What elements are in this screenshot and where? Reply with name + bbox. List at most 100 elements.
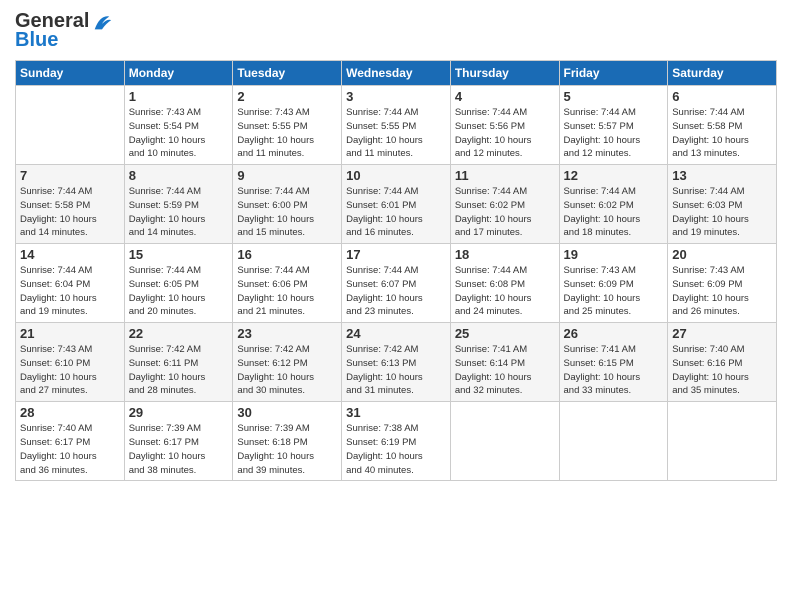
calendar-cell: 31Sunrise: 7:38 AM Sunset: 6:19 PM Dayli… (342, 402, 451, 481)
calendar-week-row: 21 Sunrise: 7:43 AM Sunset: 6:10 PM Dayli… (16, 323, 777, 402)
calendar-cell: 9 Sunrise: 7:44 AM Sunset: 6:00 PM Daylig… (233, 165, 342, 244)
day-info: Sunrise: 7:44 AM Sunset: 6:05 PM Dayligh… (129, 264, 229, 319)
weekday-header: Sunday (16, 61, 125, 86)
day-info: Sunrise: 7:44 AM Sunset: 6:00 PM Dayligh… (237, 185, 337, 240)
day-info: Sunrise: 7:44 AM Sunset: 5:58 PM Dayligh… (20, 185, 120, 240)
day-number: 23 (237, 326, 337, 341)
calendar-cell: 11Sunrise: 7:44 AM Sunset: 6:02 PM Dayli… (450, 165, 559, 244)
day-number: 24 (346, 326, 446, 341)
day-info: Sunrise: 7:44 AM Sunset: 6:06 PM Dayligh… (237, 264, 337, 319)
calendar-cell: 20Sunrise: 7:43 AM Sunset: 6:09 PM Dayli… (668, 244, 777, 323)
calendar-cell: 23 Sunrise: 7:42 AM Sunset: 6:12 PM Dayli… (233, 323, 342, 402)
calendar-cell: 17 Sunrise: 7:44 AM Sunset: 6:07 PM Dayli… (342, 244, 451, 323)
day-info: Sunrise: 7:44 AM Sunset: 6:03 PM Dayligh… (672, 185, 772, 240)
day-info: Sunrise: 7:44 AM Sunset: 6:01 PM Dayligh… (346, 185, 446, 240)
day-info: Sunrise: 7:40 AM Sunset: 6:16 PM Dayligh… (672, 343, 772, 398)
day-info: Sunrise: 7:44 AM Sunset: 5:59 PM Dayligh… (129, 185, 229, 240)
day-number: 8 (129, 168, 229, 183)
calendar-cell: 24 Sunrise: 7:42 AM Sunset: 6:13 PM Dayli… (342, 323, 451, 402)
weekday-header-row: SundayMondayTuesdayWednesdayThursdayFrid… (16, 61, 777, 86)
day-number: 17 (346, 247, 446, 262)
day-number: 27 (672, 326, 772, 341)
calendar-cell: 25 Sunrise: 7:41 AM Sunset: 6:14 PM Dayli… (450, 323, 559, 402)
day-info: Sunrise: 7:43 AM Sunset: 6:09 PM Dayligh… (672, 264, 772, 319)
calendar-cell: 14Sunrise: 7:44 AM Sunset: 6:04 PM Dayli… (16, 244, 125, 323)
calendar-cell (16, 86, 125, 165)
calendar-cell: 13 Sunrise: 7:44 AM Sunset: 6:03 PM Dayli… (668, 165, 777, 244)
calendar-cell: 7 Sunrise: 7:44 AM Sunset: 5:58 PM Daylig… (16, 165, 125, 244)
day-info: Sunrise: 7:44 AM Sunset: 6:07 PM Dayligh… (346, 264, 446, 319)
day-number: 30 (237, 405, 337, 420)
weekday-header: Saturday (668, 61, 777, 86)
calendar-cell (668, 402, 777, 481)
header: General Blue (15, 10, 777, 52)
day-number: 29 (129, 405, 229, 420)
day-number: 7 (20, 168, 120, 183)
weekday-header: Monday (124, 61, 233, 86)
calendar-table: SundayMondayTuesdayWednesdayThursdayFrid… (15, 60, 777, 481)
calendar-cell: 27 Sunrise: 7:40 AM Sunset: 6:16 PM Dayli… (668, 323, 777, 402)
day-number: 28 (20, 405, 120, 420)
calendar-cell (559, 402, 668, 481)
day-number: 22 (129, 326, 229, 341)
calendar-cell: 16 Sunrise: 7:44 AM Sunset: 6:06 PM Dayli… (233, 244, 342, 323)
weekday-header: Thursday (450, 61, 559, 86)
day-number: 3 (346, 89, 446, 104)
day-number: 9 (237, 168, 337, 183)
day-number: 16 (237, 247, 337, 262)
calendar-cell: 19 Sunrise: 7:43 AM Sunset: 6:09 PM Dayli… (559, 244, 668, 323)
weekday-header: Tuesday (233, 61, 342, 86)
day-number: 14 (20, 247, 120, 262)
calendar-cell (450, 402, 559, 481)
day-info: Sunrise: 7:44 AM Sunset: 6:02 PM Dayligh… (564, 185, 664, 240)
day-number: 5 (564, 89, 664, 104)
day-number: 21 (20, 326, 120, 341)
day-info: Sunrise: 7:44 AM Sunset: 6:08 PM Dayligh… (455, 264, 555, 319)
day-info: Sunrise: 7:43 AM Sunset: 6:10 PM Dayligh… (20, 343, 120, 398)
weekday-header: Friday (559, 61, 668, 86)
calendar-cell: 21 Sunrise: 7:43 AM Sunset: 6:10 PM Dayli… (16, 323, 125, 402)
day-number: 26 (564, 326, 664, 341)
day-info: Sunrise: 7:43 AM Sunset: 5:54 PM Dayligh… (129, 106, 229, 161)
day-number: 19 (564, 247, 664, 262)
calendar-cell: 28 Sunrise: 7:40 AM Sunset: 6:17 PM Dayli… (16, 402, 125, 481)
day-info: Sunrise: 7:44 AM Sunset: 6:02 PM Dayligh… (455, 185, 555, 240)
calendar-week-row: 7 Sunrise: 7:44 AM Sunset: 5:58 PM Daylig… (16, 165, 777, 244)
day-number: 4 (455, 89, 555, 104)
day-info: Sunrise: 7:44 AM Sunset: 5:57 PM Dayligh… (564, 106, 664, 161)
day-info: Sunrise: 7:41 AM Sunset: 6:14 PM Dayligh… (455, 343, 555, 398)
calendar-cell: 18 Sunrise: 7:44 AM Sunset: 6:08 PM Dayli… (450, 244, 559, 323)
day-info: Sunrise: 7:40 AM Sunset: 6:17 PM Dayligh… (20, 422, 120, 477)
calendar-cell: 15 Sunrise: 7:44 AM Sunset: 6:05 PM Dayli… (124, 244, 233, 323)
calendar-cell: 30 Sunrise: 7:39 AM Sunset: 6:18 PM Dayli… (233, 402, 342, 481)
calendar-cell: 2Sunrise: 7:43 AM Sunset: 5:55 PM Daylig… (233, 86, 342, 165)
day-info: Sunrise: 7:44 AM Sunset: 5:58 PM Dayligh… (672, 106, 772, 161)
calendar-week-row: 28 Sunrise: 7:40 AM Sunset: 6:17 PM Dayli… (16, 402, 777, 481)
calendar-cell: 29 Sunrise: 7:39 AM Sunset: 6:17 PM Dayli… (124, 402, 233, 481)
day-number: 10 (346, 168, 446, 183)
weekday-header: Wednesday (342, 61, 451, 86)
day-info: Sunrise: 7:43 AM Sunset: 6:09 PM Dayligh… (564, 264, 664, 319)
day-info: Sunrise: 7:42 AM Sunset: 6:12 PM Dayligh… (237, 343, 337, 398)
day-number: 12 (564, 168, 664, 183)
logo-bird-icon (91, 11, 113, 33)
calendar-cell: 3 Sunrise: 7:44 AM Sunset: 5:55 PM Daylig… (342, 86, 451, 165)
calendar-cell: 12 Sunrise: 7:44 AM Sunset: 6:02 PM Dayli… (559, 165, 668, 244)
calendar-week-row: 1Sunrise: 7:43 AM Sunset: 5:54 PM Daylig… (16, 86, 777, 165)
calendar-cell: 6Sunrise: 7:44 AM Sunset: 5:58 PM Daylig… (668, 86, 777, 165)
day-number: 15 (129, 247, 229, 262)
day-number: 13 (672, 168, 772, 183)
day-number: 18 (455, 247, 555, 262)
day-info: Sunrise: 7:39 AM Sunset: 6:17 PM Dayligh… (129, 422, 229, 477)
calendar-cell: 22Sunrise: 7:42 AM Sunset: 6:11 PM Dayli… (124, 323, 233, 402)
day-info: Sunrise: 7:42 AM Sunset: 6:13 PM Dayligh… (346, 343, 446, 398)
day-info: Sunrise: 7:44 AM Sunset: 5:55 PM Dayligh… (346, 106, 446, 161)
day-info: Sunrise: 7:38 AM Sunset: 6:19 PM Dayligh… (346, 422, 446, 477)
calendar-cell: 1Sunrise: 7:43 AM Sunset: 5:54 PM Daylig… (124, 86, 233, 165)
day-info: Sunrise: 7:39 AM Sunset: 6:18 PM Dayligh… (237, 422, 337, 477)
calendar-week-row: 14Sunrise: 7:44 AM Sunset: 6:04 PM Dayli… (16, 244, 777, 323)
day-number: 25 (455, 326, 555, 341)
logo-blue: Blue (15, 29, 58, 52)
day-info: Sunrise: 7:43 AM Sunset: 5:55 PM Dayligh… (237, 106, 337, 161)
calendar-cell: 5 Sunrise: 7:44 AM Sunset: 5:57 PM Daylig… (559, 86, 668, 165)
